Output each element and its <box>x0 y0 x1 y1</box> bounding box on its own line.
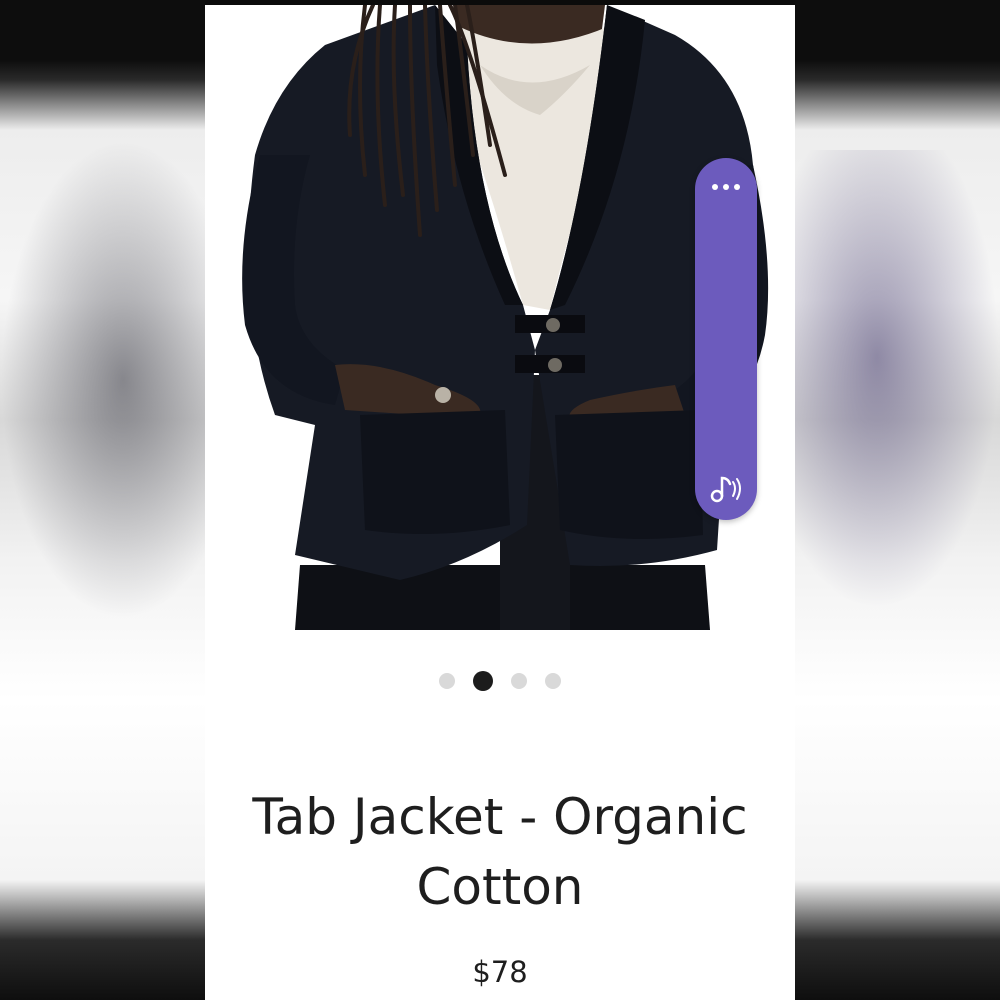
product-price: $78 <box>472 955 528 989</box>
product-page: Tab Jacket - Organic Cotton $78 <box>205 0 795 1000</box>
more-options-button[interactable] <box>695 172 757 202</box>
more-horizontal-icon <box>712 184 718 190</box>
more-dot <box>734 184 740 190</box>
music-note-sound-icon <box>710 476 741 503</box>
accessibility-widget <box>695 158 757 520</box>
carousel-pagination <box>205 670 795 692</box>
audio-player-button[interactable] <box>703 466 749 512</box>
carousel-dot-2-active[interactable] <box>473 671 493 691</box>
carousel-dot-4[interactable] <box>545 673 561 689</box>
carousel-dot-3[interactable] <box>511 673 527 689</box>
product-title: Tab Jacket - Organic Cotton <box>252 788 748 916</box>
more-dot <box>723 184 729 190</box>
carousel-dot-1[interactable] <box>439 673 455 689</box>
